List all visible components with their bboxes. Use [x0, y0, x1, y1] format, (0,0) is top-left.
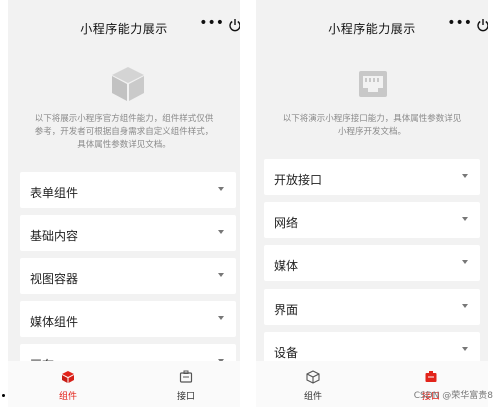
menu-item-label: 视图容器 — [30, 272, 79, 286]
chevron-down-icon — [218, 273, 224, 277]
menu-item-label: 开放接口 — [274, 173, 323, 187]
menu-item-open-api[interactable]: 开放接口 — [264, 159, 480, 195]
intro-line: 以下将展示小程序官方组件能力，组件样式仅供 — [34, 114, 214, 124]
intro-line: 以下将演示小程序接口能力，具体属性参数详见 — [282, 114, 462, 124]
chevron-down-icon — [462, 347, 468, 351]
menu-item-form-components[interactable]: 表单组件 — [20, 172, 236, 208]
nav-bar: 小程序能力展示 ••• — [256, 0, 488, 58]
menu-item-view-containers[interactable]: 视图容器 — [20, 258, 236, 294]
bullet-dot — [2, 394, 5, 397]
menu-item-media[interactable]: 媒体 — [264, 245, 480, 281]
menu-item-label: 设备 — [274, 346, 299, 360]
chevron-down-icon — [218, 230, 224, 234]
intro-line: 具体属性参数详见文档。 — [77, 140, 171, 150]
power-icon[interactable] — [228, 18, 240, 32]
more-menu-button[interactable]: ••• — [447, 16, 472, 30]
tab-label: 组件 — [303, 392, 322, 402]
menu-item-label: 网络 — [274, 216, 299, 230]
intro-line: 参考，开发者可根据自身需求自定义组件样式， — [34, 127, 214, 137]
power-icon[interactable] — [476, 18, 488, 32]
left-phone-screen: 小程序能力展示 ••• 以下将展示小程序官方组件能力，组件样式仅供 参考，开发者… — [8, 0, 240, 407]
menu-item-label: 媒体 — [274, 259, 299, 273]
chevron-down-icon — [462, 304, 468, 308]
chevron-down-icon — [462, 174, 468, 178]
cube-icon — [112, 67, 144, 101]
intro-text: 以下将演示小程序接口能力，具体属性参数详见 小程序开发文档。 — [262, 113, 482, 139]
port-icon — [179, 370, 193, 383]
right-phone-screen: 小程序能力展示 ••• 以下将演示小程序接口能力，具体属性参数详见 小程序开发文… — [256, 0, 488, 407]
menu-item-label: 基础内容 — [30, 229, 79, 243]
tab-components[interactable]: 组件 — [283, 361, 343, 407]
menu-item-label: 媒体组件 — [30, 315, 79, 329]
port-icon — [359, 71, 387, 97]
menu-item-label: 界面 — [274, 303, 299, 317]
tab-components[interactable]: 组件 — [38, 361, 98, 407]
intro-line: 小程序开发文档。 — [337, 127, 406, 137]
tab-interfaces[interactable]: 接口 — [156, 361, 216, 407]
menu-item-network[interactable]: 网络 — [264, 202, 480, 238]
tab-label: 组件 — [58, 392, 77, 402]
nav-bar: 小程序能力展示 ••• — [8, 0, 240, 58]
more-menu-button[interactable]: ••• — [199, 16, 224, 30]
chevron-down-icon — [462, 217, 468, 221]
menu-item-label: 表单组件 — [30, 186, 79, 200]
menu-item-basic-content[interactable]: 基础内容 — [20, 215, 236, 251]
tab-label: 接口 — [176, 392, 195, 402]
chevron-down-icon — [462, 260, 468, 264]
watermark: CSDN @荣华富贵8 — [413, 391, 493, 401]
port-icon — [425, 371, 437, 382]
tab-bar: 组件 接口 — [8, 361, 240, 407]
chevron-down-icon — [218, 316, 224, 320]
menu-item-interface[interactable]: 界面 — [264, 289, 480, 325]
cube-icon — [62, 371, 74, 383]
menu-item-media-components[interactable]: 媒体组件 — [20, 301, 236, 337]
chevron-down-icon — [218, 187, 224, 191]
cube-icon — [306, 370, 320, 384]
intro-text: 以下将展示小程序官方组件能力，组件样式仅供 参考，开发者可根据自身需求自定义组件… — [14, 113, 234, 152]
